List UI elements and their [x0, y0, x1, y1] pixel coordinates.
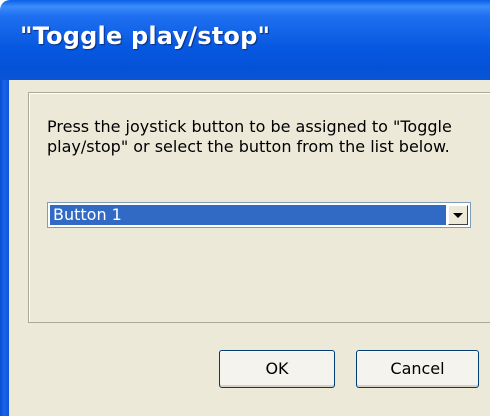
- dialog-client-area: Press the joystick button to be assigned…: [9, 80, 490, 416]
- dialog-title: "Toggle play/stop": [20, 22, 271, 50]
- cancel-button[interactable]: Cancel: [356, 350, 479, 388]
- instruction-text: Press the joystick button to be assigned…: [47, 117, 452, 156]
- selected-button-value: Button 1: [50, 205, 446, 225]
- dialog-window: "Toggle play/stop" Press the joystick bu…: [0, 0, 490, 416]
- ok-button[interactable]: OK: [219, 350, 335, 388]
- assignment-group-box: Press the joystick button to be assigned…: [28, 92, 490, 323]
- button-select-dropdown[interactable]: Button 1: [47, 202, 471, 228]
- chevron-down-icon[interactable]: [448, 205, 468, 225]
- title-bar[interactable]: "Toggle play/stop": [0, 0, 490, 80]
- window-frame-left: [0, 80, 9, 416]
